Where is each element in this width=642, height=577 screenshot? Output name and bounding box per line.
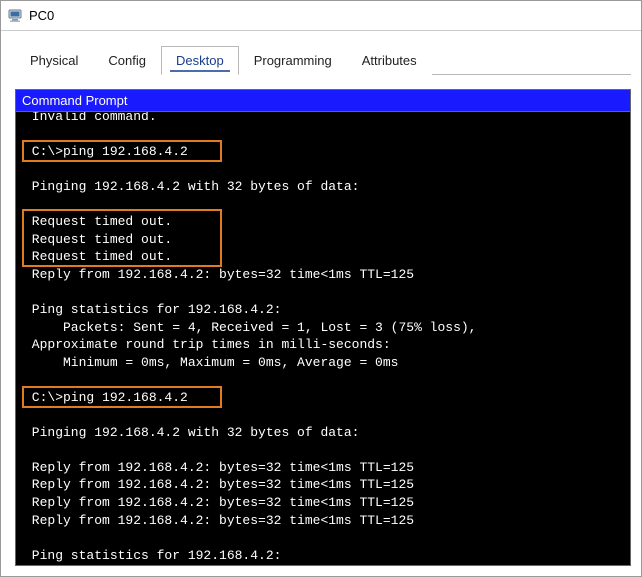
tab-config[interactable]: Config bbox=[93, 46, 161, 75]
tab-physical[interactable]: Physical bbox=[15, 46, 93, 75]
terminal-line bbox=[24, 161, 622, 179]
terminal-line: C:\>ping 192.168.4.2 bbox=[24, 143, 622, 161]
terminal-line: Request timed out. bbox=[24, 213, 622, 231]
terminal-line: Pinging 192.168.4.2 with 32 bytes of dat… bbox=[24, 178, 622, 196]
terminal-line: Ping statistics for 192.168.4.2: bbox=[24, 301, 622, 319]
terminal-line bbox=[24, 196, 622, 214]
terminal-line bbox=[24, 283, 622, 301]
tab-programming[interactable]: Programming bbox=[239, 46, 347, 75]
tab-attributes[interactable]: Attributes bbox=[347, 46, 432, 75]
terminal-line bbox=[24, 406, 622, 424]
terminal-line: Reply from 192.168.4.2: bytes=32 time<1m… bbox=[24, 476, 622, 494]
terminal-line: Request timed out. bbox=[24, 231, 622, 249]
terminal-line: C:\>ping 192.168.4.2 bbox=[24, 389, 622, 407]
tab-desktop[interactable]: Desktop bbox=[161, 46, 239, 75]
terminal-line: Request timed out. bbox=[24, 248, 622, 266]
terminal-line bbox=[24, 441, 622, 459]
window-title: PC0 bbox=[29, 8, 54, 23]
terminal-line: Invalid command. bbox=[24, 111, 622, 126]
terminal-line: Ping statistics for 192.168.4.2: bbox=[24, 547, 622, 565]
terminal-line: Reply from 192.168.4.2: bytes=32 time<1m… bbox=[24, 494, 622, 512]
terminal-line: Pinging 192.168.4.2 with 32 bytes of dat… bbox=[24, 424, 622, 442]
content-area: PhysicalConfigDesktopProgrammingAttribut… bbox=[1, 31, 641, 566]
terminal-line: Packets: Sent = 4, Received = 1, Lost = … bbox=[24, 319, 622, 337]
terminal-line: Reply from 192.168.4.2: bytes=32 time<1m… bbox=[24, 266, 622, 284]
terminal-line bbox=[24, 371, 622, 389]
terminal-line bbox=[24, 126, 622, 144]
terminal-line: Approximate round trip times in milli-se… bbox=[24, 336, 622, 354]
command-prompt-terminal[interactable]: Invalid command. C:\>ping 192.168.4.2 Pi… bbox=[15, 111, 631, 566]
terminal-line: Minimum = 0ms, Maximum = 0ms, Average = … bbox=[24, 354, 622, 372]
terminal-line: Packets: Sent = 4, Received = 4, Lost = … bbox=[24, 564, 622, 566]
title-bar: PC0 bbox=[1, 1, 641, 31]
pc-icon bbox=[7, 8, 23, 24]
panel-title: Command Prompt bbox=[15, 89, 631, 111]
tab-bar: PhysicalConfigDesktopProgrammingAttribut… bbox=[15, 45, 631, 75]
terminal-line bbox=[24, 529, 622, 547]
terminal-line: Reply from 192.168.4.2: bytes=32 time<1m… bbox=[24, 512, 622, 530]
terminal-line: Reply from 192.168.4.2: bytes=32 time<1m… bbox=[24, 459, 622, 477]
